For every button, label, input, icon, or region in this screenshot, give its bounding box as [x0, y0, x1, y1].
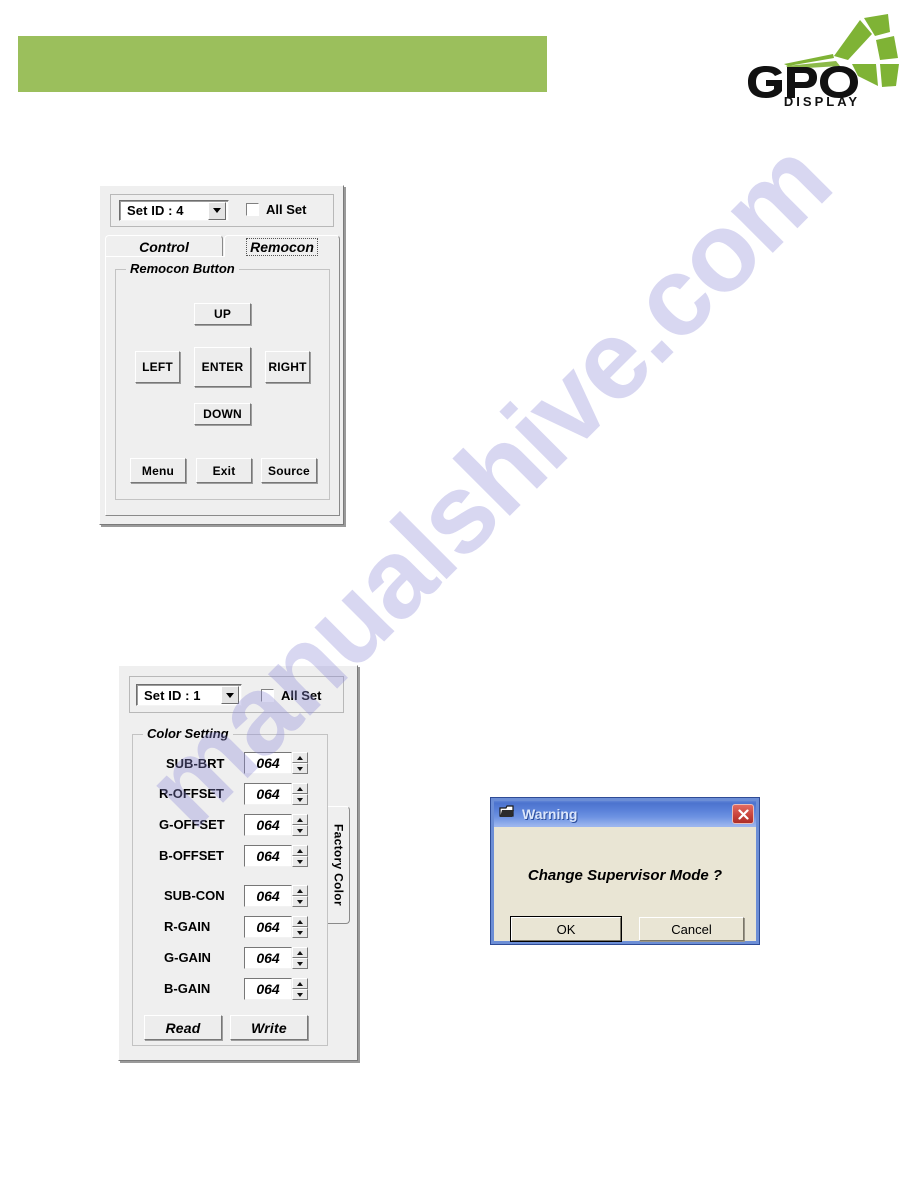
field-value-b-offset[interactable]: 064	[244, 845, 292, 867]
stepper-down-icon[interactable]	[292, 896, 308, 907]
stepper-down-icon[interactable]	[292, 927, 308, 938]
stepper-down-icon[interactable]	[292, 958, 308, 969]
remocon-up-label: UP	[213, 307, 232, 321]
remocon-menu-button[interactable]: Menu	[130, 458, 186, 483]
remocon-button-group-title: Remocon Button	[126, 261, 239, 276]
remocon-enter-label: ENTER	[201, 360, 244, 374]
field-label-sub-con: SUB-CON	[164, 888, 225, 903]
color-all-set-checkrow[interactable]: All Set	[261, 688, 321, 703]
remocon-enter-button[interactable]: ENTER	[194, 347, 251, 387]
field-value-r-offset[interactable]: 064	[244, 783, 292, 805]
stepper-r-offset[interactable]	[292, 783, 308, 805]
field-value-sub-brt[interactable]: 064	[244, 752, 292, 774]
dialog-cancel-button[interactable]: Cancel	[639, 917, 744, 941]
write-button-label: Write	[251, 1019, 287, 1036]
stepper-up-icon[interactable]	[292, 947, 308, 958]
remocon-down-label: DOWN	[203, 407, 242, 421]
remocon-up-button[interactable]: UP	[194, 303, 251, 325]
color-set-id-combo[interactable]: Set ID : 1	[136, 684, 242, 706]
remocon-menu-label: Menu	[141, 463, 175, 478]
color-setting-window: Set ID : 1 All Set Color Setting Factory…	[118, 665, 358, 1061]
tab-remocon[interactable]: Remocon	[224, 235, 340, 257]
remocon-all-set-label: All Set	[266, 202, 307, 217]
remocon-all-set-checkrow[interactable]: All Set	[246, 202, 306, 217]
dialog-titlebar[interactable]: Warning	[494, 801, 756, 827]
field-label-g-gain: G-GAIN	[164, 950, 211, 965]
remocon-exit-button[interactable]: Exit	[196, 458, 252, 483]
read-button-label: Read	[165, 1019, 201, 1036]
stepper-g-offset[interactable]	[292, 814, 308, 836]
field-value-g-offset[interactable]: 064	[244, 814, 292, 836]
remocon-source-label: Source	[268, 463, 310, 478]
field-label-b-offset: B-OFFSET	[159, 848, 224, 863]
tab-factory-color-label: Factory Color	[331, 824, 346, 906]
stepper-sub-brt[interactable]	[292, 752, 308, 774]
remocon-window: Set ID : 4 All Set Control Remocon Remoc…	[99, 185, 344, 525]
field-label-b-gain: B-GAIN	[164, 981, 211, 996]
remocon-set-id-value: Set ID : 4	[127, 203, 184, 218]
warning-dialog: Warning Change Supervisor Mode ? OK Canc…	[490, 797, 760, 945]
field-value-r-gain[interactable]: 064	[244, 916, 292, 938]
remocon-source-button[interactable]: Source	[261, 458, 317, 483]
stepper-up-icon[interactable]	[292, 783, 308, 794]
field-value-sub-con[interactable]: 064	[244, 885, 292, 907]
stepper-sub-con[interactable]	[292, 885, 308, 907]
remocon-exit-label: Exit	[212, 463, 236, 478]
header-color-band	[18, 36, 547, 92]
tab-control-label: Control	[139, 238, 189, 255]
stepper-up-icon[interactable]	[292, 978, 308, 989]
dialog-ok-button[interactable]: OK	[510, 916, 622, 942]
stepper-down-icon[interactable]	[292, 856, 308, 867]
tab-control[interactable]: Control	[105, 235, 223, 257]
stepper-down-icon[interactable]	[292, 989, 308, 1000]
tab-factory-color[interactable]: Factory Color	[328, 806, 350, 924]
field-value-g-gain[interactable]: 064	[244, 947, 292, 969]
remocon-left-label: LEFT	[142, 360, 173, 374]
field-label-sub-brt: SUB-BRT	[166, 756, 225, 771]
remocon-right-label: RIGHT	[268, 360, 307, 374]
dialog-app-icon	[499, 804, 515, 824]
svg-text:DISPLAY: DISPLAY	[784, 94, 860, 106]
close-icon[interactable]	[732, 804, 754, 824]
color-set-id-value: Set ID : 1	[144, 687, 201, 703]
remocon-right-button[interactable]: RIGHT	[265, 351, 310, 383]
tab-remocon-label: Remocon	[246, 237, 318, 256]
stepper-up-icon[interactable]	[292, 814, 308, 825]
dialog-ok-label: OK	[556, 921, 576, 937]
remocon-set-id-combo[interactable]: Set ID : 4	[119, 200, 229, 221]
stepper-down-icon[interactable]	[292, 794, 308, 805]
stepper-up-icon[interactable]	[292, 752, 308, 763]
stepper-up-icon[interactable]	[292, 885, 308, 896]
field-value-b-gain[interactable]: 064	[244, 978, 292, 1000]
color-all-set-checkbox[interactable]	[261, 689, 274, 702]
chevron-down-icon[interactable]	[208, 201, 226, 220]
stepper-r-gain[interactable]	[292, 916, 308, 938]
stepper-down-icon[interactable]	[292, 825, 308, 836]
stepper-down-icon[interactable]	[292, 763, 308, 774]
field-label-g-offset: G-OFFSET	[159, 817, 225, 832]
remocon-left-button[interactable]: LEFT	[135, 351, 180, 383]
stepper-b-gain[interactable]	[292, 978, 308, 1000]
color-all-set-label: All Set	[281, 688, 322, 703]
field-label-r-offset: R-OFFSET	[159, 786, 224, 801]
stepper-b-offset[interactable]	[292, 845, 308, 867]
dialog-title-text: Warning	[522, 806, 578, 822]
chevron-down-icon[interactable]	[221, 686, 239, 704]
stepper-up-icon[interactable]	[292, 845, 308, 856]
gpo-display-logo: DISPLAY	[748, 14, 900, 106]
remocon-down-button[interactable]: DOWN	[194, 403, 251, 425]
remocon-all-set-checkbox[interactable]	[246, 203, 259, 216]
dialog-body: Change Supervisor Mode ? OK Cancel	[494, 827, 756, 942]
color-setting-group-title: Color Setting	[143, 726, 233, 741]
field-label-r-gain: R-GAIN	[164, 919, 211, 934]
dialog-message-text: Change Supervisor Mode ?	[527, 867, 723, 884]
stepper-g-gain[interactable]	[292, 947, 308, 969]
dialog-cancel-label: Cancel	[671, 921, 712, 937]
read-button[interactable]: Read	[144, 1015, 222, 1040]
stepper-up-icon[interactable]	[292, 916, 308, 927]
write-button[interactable]: Write	[230, 1015, 308, 1040]
